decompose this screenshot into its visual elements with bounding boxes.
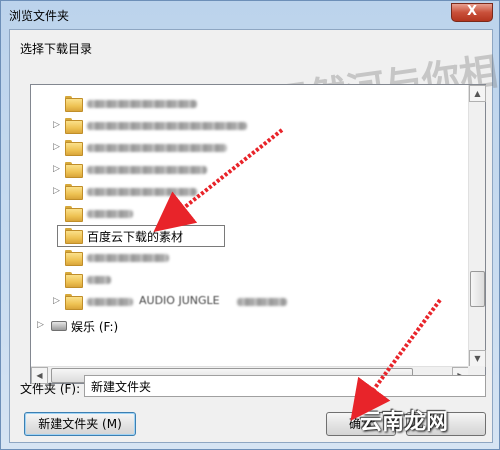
blurred-folder-name	[87, 122, 247, 130]
folder-icon	[65, 228, 83, 244]
folder-tree-content: ▷ ▷ ▷ ▷ 百度云下载的素材 ▷ AUDIO JUNGLE ▷ 娱乐 (F:…	[31, 85, 469, 367]
tree-item-drive[interactable]: ▷ 娱乐 (F:)	[31, 315, 469, 337]
tree-item[interactable]: ▷	[31, 115, 469, 137]
blurred-folder-name	[87, 298, 133, 306]
blurred-folder-name	[87, 188, 197, 196]
close-icon: X	[466, 4, 478, 19]
blurred-folder-name	[87, 144, 227, 152]
folder-icon	[65, 206, 83, 222]
blurred-folder-name	[87, 100, 197, 108]
dialog-client-area: 选择下载目录 天然河与你相 ▷ ▷	[9, 29, 500, 443]
folder-name-fragment: AUDIO JUNGLE	[139, 294, 220, 307]
selected-folder-label: 百度云下载的素材	[87, 230, 184, 244]
tree-item[interactable]: ▷	[31, 181, 469, 203]
window-title: 浏览文件夹	[9, 9, 70, 23]
blurred-folder-name	[87, 210, 133, 218]
expand-arrow-icon[interactable]: ▷	[37, 319, 47, 331]
close-button[interactable]: X	[451, 3, 493, 22]
folder-field-label: 文件夹 (F):	[20, 382, 81, 396]
drive-label: 娱乐 (F:)	[71, 320, 119, 334]
blurred-folder-name	[87, 166, 207, 174]
expand-arrow-icon[interactable]: ▷	[53, 163, 63, 175]
folder-icon	[65, 162, 83, 178]
folder-tree[interactable]: ▷ ▷ ▷ ▷ 百度云下载的素材 ▷ AUDIO JUNGLE ▷ 娱乐 (F:…	[30, 84, 486, 384]
tree-item[interactable]	[31, 93, 469, 115]
scroll-down-button[interactable]: ▼	[469, 350, 486, 367]
new-folder-button[interactable]: 新建文件夹 (M)	[24, 412, 136, 436]
vertical-scroll-thumb[interactable]	[470, 271, 485, 307]
expand-arrow-icon[interactable]: ▷	[53, 295, 63, 307]
folder-name-input[interactable]	[84, 375, 486, 397]
tree-item-selected[interactable]: 百度云下载的素材	[31, 225, 469, 247]
folder-icon	[65, 140, 83, 156]
tree-item[interactable]	[31, 269, 469, 291]
drive-icon	[51, 321, 67, 331]
expand-arrow-icon[interactable]: ▷	[53, 119, 63, 131]
folder-icon	[65, 184, 83, 200]
expand-arrow-icon[interactable]: ▷	[53, 185, 63, 197]
scroll-up-button[interactable]: ▲	[469, 85, 486, 102]
vertical-scrollbar[interactable]: ▲ ▼	[468, 85, 486, 367]
folder-icon	[65, 272, 83, 288]
blurred-folder-name	[87, 254, 169, 262]
tree-item[interactable]: ▷ AUDIO JUNGLE	[31, 291, 469, 313]
browse-folder-dialog: 浏览文件夹 X 选择下载目录 天然河与你相 ▷	[0, 0, 500, 450]
folder-icon	[65, 250, 83, 266]
brand-watermark: 云南龙网	[360, 410, 449, 435]
folder-icon	[65, 294, 83, 310]
title-bar[interactable]: 浏览文件夹 X	[1, 1, 499, 29]
tree-item[interactable]: ▷	[31, 159, 469, 181]
tree-item[interactable]	[31, 247, 469, 269]
tree-item[interactable]	[31, 203, 469, 225]
tree-item[interactable]: ▷	[31, 137, 469, 159]
folder-icon	[65, 118, 83, 134]
blurred-folder-name	[87, 276, 111, 284]
instruction-text: 选择下载目录	[20, 42, 93, 56]
folder-icon	[65, 96, 83, 112]
blurred-folder-name	[237, 298, 287, 306]
expand-arrow-icon[interactable]: ▷	[53, 141, 63, 153]
